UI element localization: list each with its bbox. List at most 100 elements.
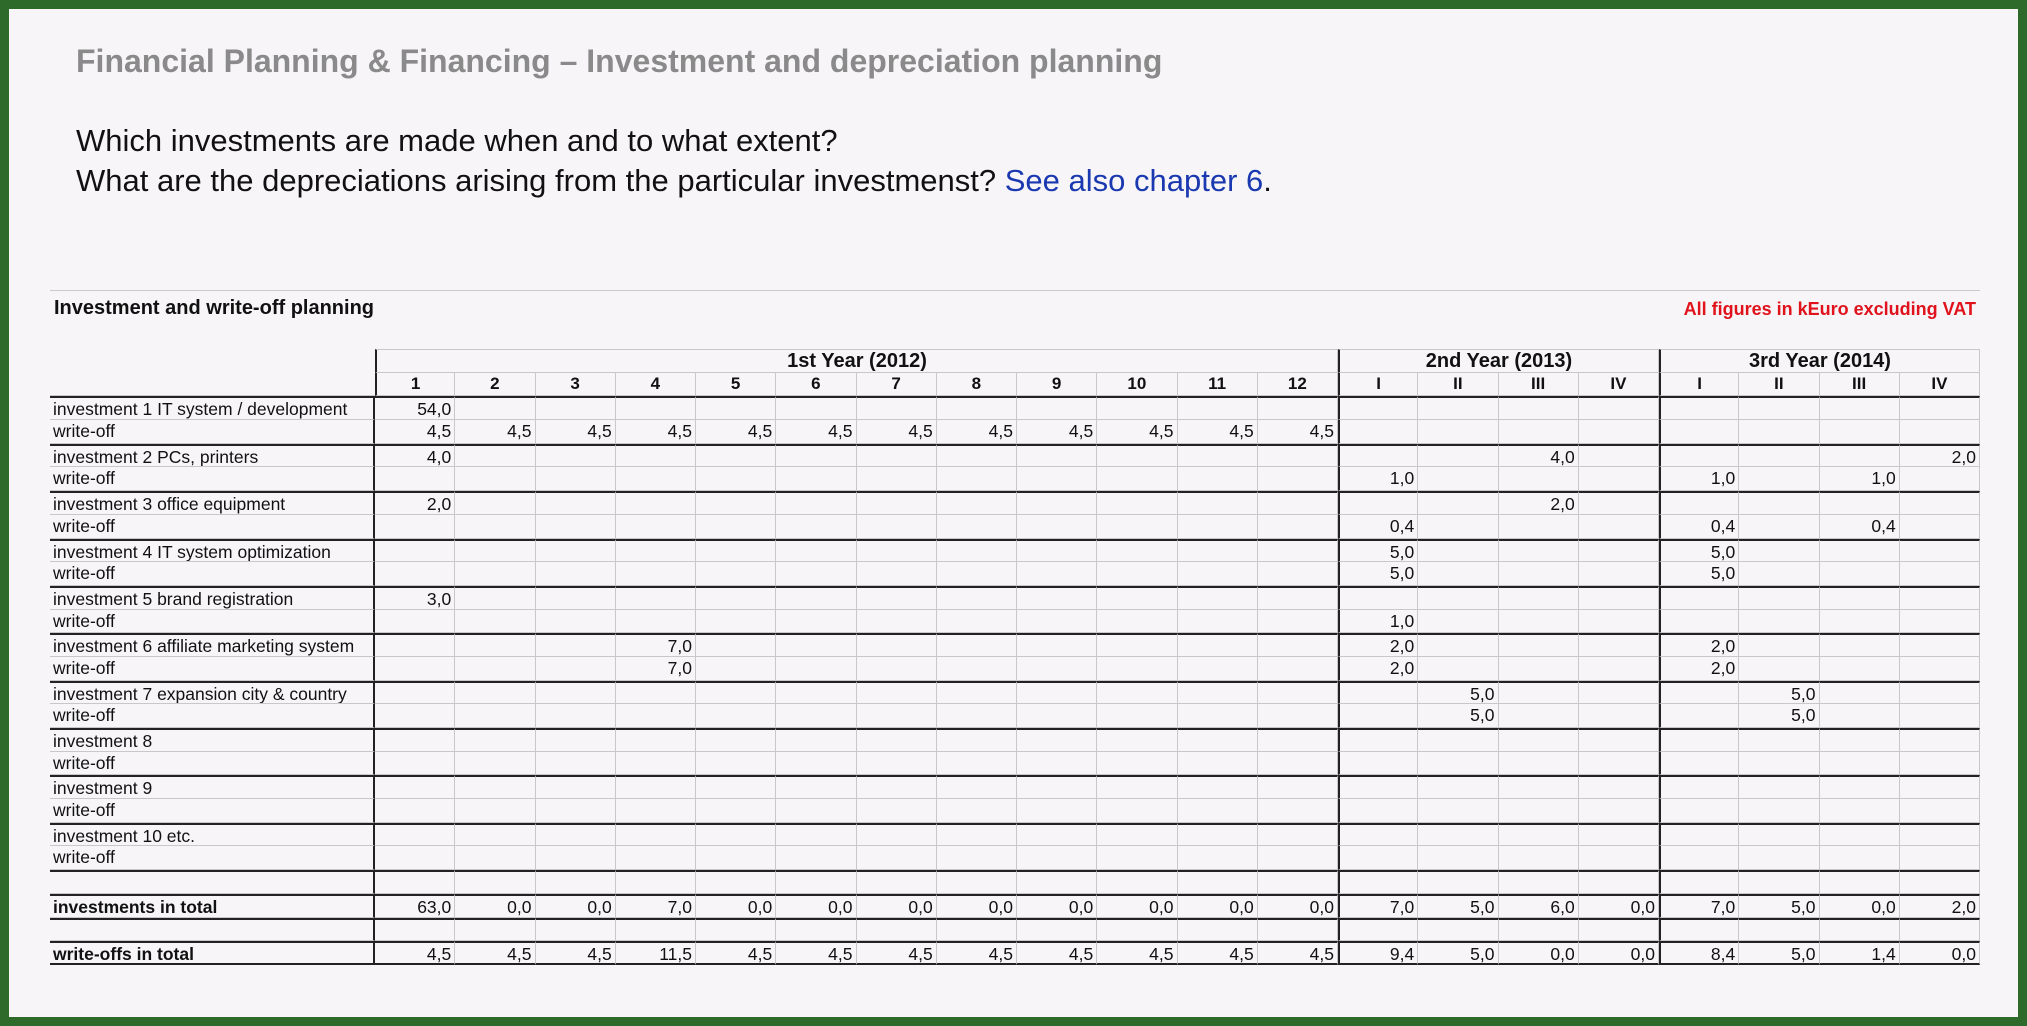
total-cell: 4,5 bbox=[776, 941, 857, 965]
table-cell bbox=[696, 396, 777, 421]
table-cell: 5,0 bbox=[1338, 538, 1419, 563]
planning-table: Investment and write-off planning All fi… bbox=[50, 290, 1980, 971]
table-cell bbox=[1177, 680, 1258, 705]
table-cell bbox=[936, 538, 1017, 563]
total-cell: 0,0 bbox=[936, 893, 1017, 918]
table-cell: 4,5 bbox=[1177, 420, 1258, 444]
total-cell: 0,0 bbox=[1498, 941, 1579, 965]
table-cell bbox=[776, 585, 857, 610]
table-cell bbox=[696, 799, 777, 823]
table-cell bbox=[1177, 728, 1258, 752]
spacer-cell bbox=[1899, 917, 1980, 942]
total-cell: 4,5 bbox=[1177, 941, 1258, 965]
spacer-cell bbox=[1739, 917, 1820, 942]
column-header: 4 bbox=[615, 372, 696, 397]
table-cell bbox=[1338, 846, 1419, 871]
table-cell: 4,0 bbox=[1498, 443, 1579, 468]
total-cell: 0,0 bbox=[1578, 893, 1659, 918]
table-cell bbox=[535, 609, 616, 634]
spacer-cell bbox=[1017, 870, 1098, 894]
table-cell bbox=[1338, 704, 1419, 728]
table-cell: 0,4 bbox=[1819, 514, 1900, 539]
table-cell bbox=[1498, 420, 1579, 444]
table-cell bbox=[1578, 775, 1659, 800]
row-label: write-off bbox=[50, 751, 375, 776]
table-cell: 5,0 bbox=[1739, 704, 1820, 728]
table-cell bbox=[776, 846, 857, 871]
total-cell: 4,5 bbox=[856, 941, 937, 965]
table-cell bbox=[936, 609, 1017, 634]
chapter-link[interactable]: See also chapter 6 bbox=[1005, 163, 1264, 198]
table-cell bbox=[776, 396, 857, 421]
table-cell bbox=[1257, 514, 1338, 539]
table-cell bbox=[1257, 443, 1338, 468]
column-header: 9 bbox=[1017, 372, 1098, 397]
row-label: investment 4 IT system optimization bbox=[50, 538, 375, 563]
table-cell: 1,0 bbox=[1338, 609, 1419, 634]
table-cell bbox=[1418, 751, 1499, 776]
total-cell: 4,5 bbox=[375, 941, 456, 965]
table-cell: 2,0 bbox=[1659, 656, 1740, 681]
column-header: 10 bbox=[1097, 372, 1178, 397]
table-cell bbox=[1899, 491, 1980, 515]
slide-frame: Financial Planning & Financing – Investm… bbox=[0, 0, 2027, 1026]
table-cell bbox=[1659, 751, 1740, 776]
table-cell: 5,0 bbox=[1418, 704, 1499, 728]
table-cell bbox=[776, 680, 857, 705]
table-cell bbox=[1177, 775, 1258, 800]
spacer-cell bbox=[1097, 870, 1178, 894]
table-cell bbox=[936, 704, 1017, 728]
table-cell bbox=[1498, 562, 1579, 586]
table-cell bbox=[936, 585, 1017, 610]
table-cell bbox=[856, 751, 937, 776]
row-label: write-off bbox=[50, 846, 375, 871]
table-cell bbox=[1418, 775, 1499, 800]
table-cell bbox=[1338, 420, 1419, 444]
header-blank bbox=[50, 349, 375, 373]
table-cell bbox=[375, 728, 456, 752]
table-cell bbox=[535, 775, 616, 800]
total-cell: 0,0 bbox=[696, 893, 777, 918]
table-cell bbox=[375, 467, 456, 492]
spacer-cell bbox=[696, 917, 777, 942]
table-cell bbox=[1177, 799, 1258, 823]
table-cell bbox=[1177, 585, 1258, 610]
table-cell bbox=[1659, 704, 1740, 728]
table-cell: 5,0 bbox=[1338, 562, 1419, 586]
table-cell bbox=[1578, 822, 1659, 847]
table-cell bbox=[1739, 538, 1820, 563]
spacer-cell bbox=[1097, 917, 1178, 942]
table-cell: 4,5 bbox=[696, 420, 777, 444]
table-cell bbox=[1017, 396, 1098, 421]
spacer-cell bbox=[615, 917, 696, 942]
table-cell bbox=[856, 538, 937, 563]
table-cell bbox=[696, 656, 777, 681]
table-cell bbox=[936, 822, 1017, 847]
table-cell bbox=[696, 585, 777, 610]
spacer-cell bbox=[455, 917, 536, 942]
table-cell bbox=[1899, 633, 1980, 657]
table-cell bbox=[1819, 396, 1900, 421]
table-cell bbox=[776, 799, 857, 823]
table-cell bbox=[615, 751, 696, 776]
table-cell bbox=[455, 728, 536, 752]
table-cell bbox=[1017, 467, 1098, 492]
table-cell bbox=[1659, 846, 1740, 871]
table-cell: 4,5 bbox=[856, 420, 937, 444]
table-cell bbox=[936, 680, 1017, 705]
column-header: I bbox=[1659, 372, 1740, 397]
table-cell bbox=[1418, 514, 1499, 539]
total-cell: 0,0 bbox=[1257, 893, 1338, 918]
table-cell bbox=[696, 491, 777, 515]
table-cell bbox=[1899, 514, 1980, 539]
table-cell bbox=[1739, 467, 1820, 492]
table-cell bbox=[455, 562, 536, 586]
table-cell bbox=[1257, 680, 1338, 705]
spacer-cell bbox=[936, 917, 1017, 942]
total-cell: 4,5 bbox=[1017, 941, 1098, 965]
table-cell bbox=[1819, 491, 1900, 515]
table-cell bbox=[1578, 538, 1659, 563]
table-cell bbox=[615, 585, 696, 610]
table-cell bbox=[1017, 728, 1098, 752]
total-cell: 9,4 bbox=[1338, 941, 1419, 965]
